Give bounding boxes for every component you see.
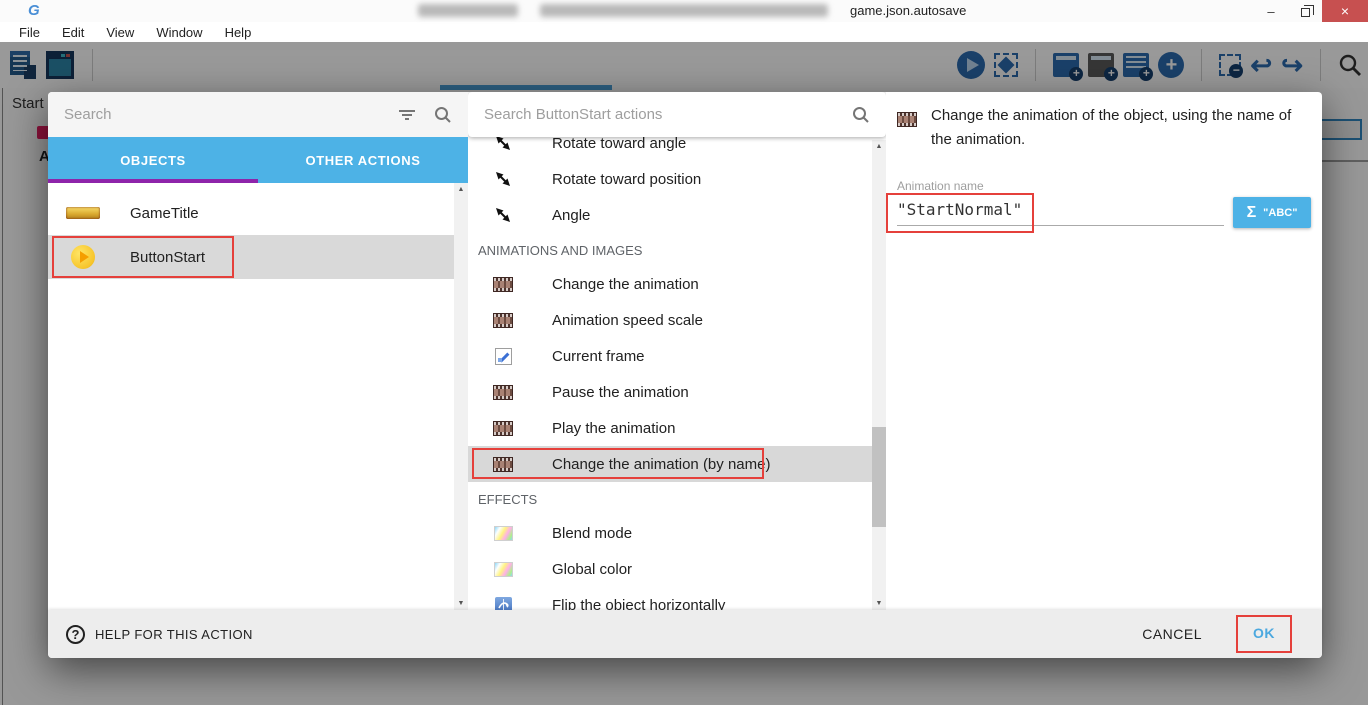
window-title-text: game.json.autosave	[850, 3, 966, 18]
ok-button[interactable]: OK	[1253, 625, 1275, 641]
cancel-button[interactable]: CANCEL	[1142, 626, 1202, 642]
action-item[interactable]: Change the animation	[468, 266, 872, 302]
menu-window[interactable]: Window	[145, 25, 213, 40]
minimize-button[interactable]: –	[1254, 0, 1288, 22]
sigma-icon: Σ	[1247, 204, 1257, 222]
button-start-thumbnail	[71, 245, 95, 269]
scroll-down-icon[interactable]: ▼	[876, 600, 883, 607]
action-description: Change the animation of the object, usin…	[931, 104, 1306, 152]
menu-file[interactable]: File	[8, 25, 51, 40]
action-item[interactable]: Flip the object horizontally	[468, 587, 872, 610]
film-strip-icon	[493, 385, 513, 400]
close-button[interactable]: ×	[1322, 0, 1368, 22]
gradient-color-icon	[494, 526, 513, 541]
rotate-arrow-icon	[492, 170, 514, 188]
objects-list: GameTitle ButtonStart	[48, 183, 468, 279]
action-item-selected[interactable]: Change the animation (by name)	[468, 446, 872, 482]
film-strip-icon	[493, 457, 513, 472]
film-strip-icon	[493, 277, 513, 292]
gradient-color-icon	[494, 562, 513, 577]
tab-objects[interactable]: OBJECTS	[48, 137, 258, 183]
restore-button[interactable]	[1288, 0, 1322, 22]
objects-search-input[interactable]	[64, 106, 380, 123]
scroll-up-icon[interactable]: ▲	[876, 143, 883, 150]
menu-bar: File Edit View Window Help	[0, 22, 1368, 42]
action-item[interactable]: Current frame	[468, 338, 872, 374]
game-title-thumbnail	[66, 207, 100, 219]
search-icon[interactable]	[852, 106, 870, 124]
scroll-up-icon[interactable]: ▲	[458, 186, 465, 193]
action-item[interactable]: Pause the animation	[468, 374, 872, 410]
main-area: + + + + − ↩ ↪ Start A	[0, 42, 1368, 705]
action-item[interactable]: Animation speed scale	[468, 302, 872, 338]
expression-editor-button[interactable]: Σ "ABC"	[1233, 197, 1311, 228]
highlight-rectangle: OK	[1236, 615, 1292, 653]
action-item[interactable]: Global color	[468, 551, 872, 587]
scrollbar-thumb[interactable]	[872, 427, 886, 527]
objects-scrollbar[interactable]: ▲ ▼	[454, 183, 468, 610]
window-title: game.json.autosave	[418, 3, 966, 18]
action-item[interactable]: Rotate toward position	[468, 161, 872, 197]
menu-help[interactable]: Help	[214, 25, 263, 40]
scroll-down-icon[interactable]: ▼	[458, 600, 465, 607]
object-item-buttonstart[interactable]: ButtonStart	[48, 235, 468, 279]
action-item[interactable]: Blend mode	[468, 515, 872, 551]
help-button[interactable]: ? HELP FOR THIS ACTION	[66, 625, 253, 644]
actions-search-input[interactable]	[484, 106, 852, 123]
objects-tab-bar: OBJECTS OTHER ACTIONS	[48, 137, 468, 183]
animation-name-label: Animation name	[897, 179, 984, 193]
abc-label: "ABC"	[1263, 207, 1297, 219]
objects-panel: OBJECTS OTHER ACTIONS GameTitle ButtonSt…	[48, 92, 468, 610]
actions-search-bar	[468, 92, 886, 137]
actions-panel: Rotate toward angle Rotate toward positi…	[468, 92, 886, 610]
filter-icon[interactable]	[398, 109, 416, 121]
menu-edit[interactable]: Edit	[51, 25, 95, 40]
menu-view[interactable]: View	[95, 25, 145, 40]
flip-horizontal-icon	[495, 597, 512, 611]
rotate-arrow-icon	[492, 206, 514, 224]
restore-icon	[1301, 8, 1310, 17]
action-editor-dialog: OBJECTS OTHER ACTIONS GameTitle ButtonSt…	[48, 92, 1322, 658]
objects-search-bar	[48, 92, 468, 137]
action-item[interactable]: Play the animation	[468, 410, 872, 446]
film-strip-icon	[493, 421, 513, 436]
actions-scrollbar[interactable]: ▲ ▼	[872, 140, 886, 610]
search-icon[interactable]	[434, 106, 452, 124]
dialog-footer: ? HELP FOR THIS ACTION CANCEL OK	[48, 610, 1322, 658]
action-group-header: ANIMATIONS AND IMAGES	[468, 233, 872, 266]
redacted-path-segment	[540, 4, 828, 17]
animation-name-input[interactable]	[897, 198, 1224, 226]
film-strip-icon	[897, 112, 917, 127]
actions-list: Rotate toward angle Rotate toward positi…	[468, 92, 872, 610]
tab-other-actions[interactable]: OTHER ACTIONS	[258, 137, 468, 183]
action-item[interactable]: Angle	[468, 197, 872, 233]
title-bar: G game.json.autosave – ×	[0, 0, 1368, 22]
redacted-path-segment	[418, 4, 518, 17]
frame-edit-icon	[495, 348, 512, 365]
action-detail-panel: Change the animation of the object, usin…	[886, 92, 1322, 610]
object-item-gametitle[interactable]: GameTitle	[48, 191, 468, 235]
action-group-header: EFFECTS	[468, 482, 872, 515]
gdevelop-logo-icon: G	[28, 2, 39, 19]
app-window: G game.json.autosave – × File Edit View …	[0, 0, 1368, 705]
film-strip-icon	[493, 313, 513, 328]
question-mark-icon: ?	[66, 625, 85, 644]
active-tab-underline	[48, 179, 258, 183]
